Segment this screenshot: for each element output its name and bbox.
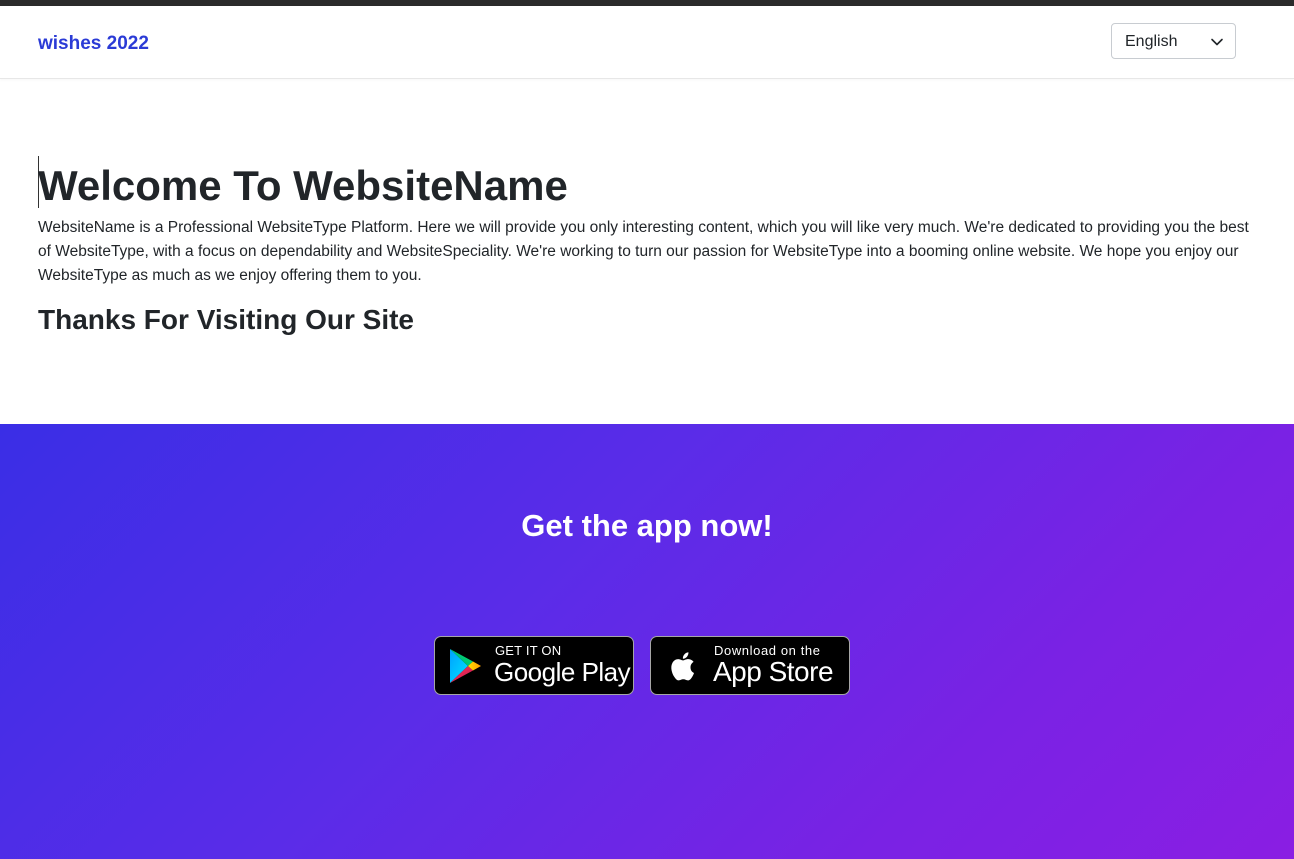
about-paragraph: WebsiteName is a Professional WebsiteTyp…: [38, 219, 1249, 284]
welcome-heading: Welcome To WebsiteName: [38, 162, 568, 209]
thanks-heading: Thanks For Visiting Our Site: [38, 304, 414, 335]
google-play-big-label: Google Play: [494, 657, 631, 687]
app-store-big-label: App Store: [713, 656, 834, 687]
navbar: wishes 2022 English: [0, 6, 1294, 79]
google-play-icon: [450, 649, 481, 683]
google-play-small-label: GET IT ON: [495, 643, 562, 658]
google-play-button[interactable]: GET IT ON Google Play: [434, 636, 634, 695]
get-app-title: Get the app now!: [521, 508, 773, 543]
chevron-down-icon: [1211, 38, 1223, 46]
app-store-button[interactable]: Download on the App Store: [650, 636, 850, 695]
language-select[interactable]: English: [1111, 23, 1236, 59]
get-app-section: Get the app now! GET IT ON Google Play D…: [0, 424, 1294, 859]
brand-link[interactable]: wishes 2022: [38, 32, 149, 56]
apple-icon: [671, 652, 694, 681]
language-selected-value: English: [1125, 33, 1178, 50]
